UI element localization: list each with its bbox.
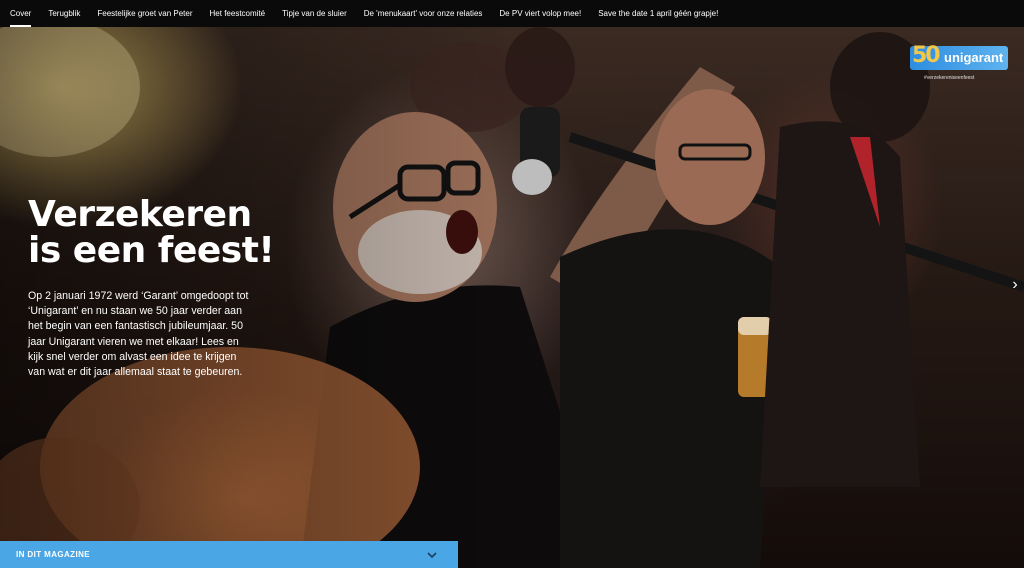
nav-item-menukaart[interactable]: De 'menukaart' voor onze relaties [364,0,483,27]
chevron-right-icon[interactable]: › [1008,275,1022,295]
logo-fifty: 50 [912,43,941,68]
nav-item-save-the-date[interactable]: Save the date 1 april géén grapje! [598,0,718,27]
logo-tagline: #verzekereniseenfeest [924,75,975,81]
nav-item-cover[interactable]: Cover [10,0,32,27]
hero-headline: Verzekeren is een feest! [28,197,308,269]
logo-name: unigarant [944,50,1004,65]
magazine-bar-label: IN DIT MAGAZINE [16,550,90,559]
top-navigation: Cover Terugblik Feestelijke groet van Pe… [0,0,1024,27]
nav-item-pv-viert-mee[interactable]: De PV viert volop mee! [499,0,581,27]
unigarant-50-logo: 50 unigarant #verzekereniseenfeest [910,43,1008,86]
hero-intro-text: Op 2 januari 1972 werd ‘Garant’ omgedoop… [28,290,249,379]
headline-line-2: is een feest! [28,230,275,271]
headline-line-1: Verzekeren [28,194,252,235]
nav-item-terugblik[interactable]: Terugblik [48,0,80,27]
nav-item-feestcomite[interactable]: Het feestcomité [210,0,266,27]
in-dit-magazine-toggle[interactable]: IN DIT MAGAZINE [0,541,458,568]
page: Cover Terugblik Feestelijke groet van Pe… [0,0,1024,568]
chevron-down-icon [427,551,437,558]
nav-item-tipje-van-de-sluier[interactable]: Tipje van de sluier [282,0,347,27]
nav-item-feestelijke-groet[interactable]: Feestelijke groet van Peter [97,0,192,27]
